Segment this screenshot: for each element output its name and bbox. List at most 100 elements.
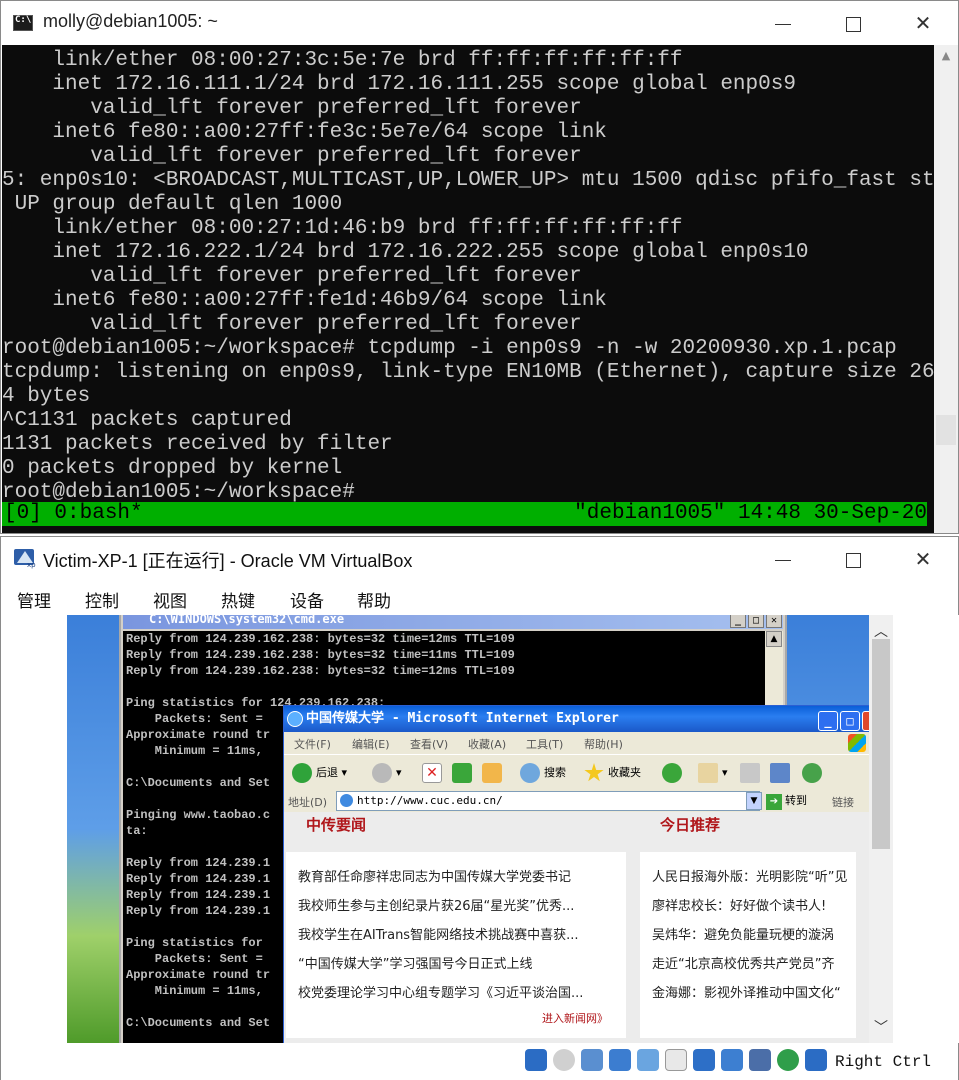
menu-hotkey[interactable]: 热键 xyxy=(221,587,255,612)
left-section-title[interactable]: 中传要闻 xyxy=(306,814,366,835)
virtualbox-window: xp Victim-XP-1 [正在运行] - Oracle VM Virtua… xyxy=(0,536,959,1080)
chevron-up-icon[interactable]: ︿ xyxy=(869,621,893,641)
more-news-link[interactable]: 进入新闻网》 xyxy=(542,1010,608,1026)
output-line: 0 packets dropped by kernel xyxy=(2,457,343,480)
minimize-button[interactable] xyxy=(748,537,818,581)
display-icon[interactable] xyxy=(693,1049,715,1071)
output-line: 5: enp0s10: <BROADCAST,MULTICAST,UP,LOWE… xyxy=(2,169,934,192)
news-item[interactable]: 校党委理论学习中心组专题学习《习近平谈治国... xyxy=(298,982,583,1001)
keyboard-capture-icon[interactable] xyxy=(805,1049,827,1071)
scroll-thumb[interactable] xyxy=(936,415,956,445)
ie-close-button[interactable]: ✕ xyxy=(862,711,869,731)
edit-icon xyxy=(770,763,790,783)
edit-button[interactable] xyxy=(770,762,794,784)
news-item[interactable]: 廖祥忠校长：好好做个读书人! xyxy=(652,895,826,914)
terminal-title: molly@debian1005: ~ xyxy=(43,11,218,31)
print-button[interactable] xyxy=(740,762,764,784)
minimize-icon xyxy=(775,560,791,561)
menu-help[interactable]: 帮助 xyxy=(357,587,391,612)
vm-scrollbar[interactable]: ︿ ﹀ xyxy=(869,615,893,1043)
home-button[interactable] xyxy=(482,762,506,784)
mail-button[interactable]: ▾ xyxy=(698,762,728,784)
messenger-button[interactable] xyxy=(802,762,826,784)
mouse-integration-icon[interactable] xyxy=(777,1049,799,1071)
ie-icon xyxy=(287,711,303,727)
menu-devices[interactable]: 设备 xyxy=(290,587,324,612)
menu-view[interactable]: 视图 xyxy=(153,587,187,612)
ie-menu-edit[interactable]: 编辑(E) xyxy=(352,736,390,752)
go-button[interactable]: 转到 xyxy=(766,792,807,810)
news-item[interactable]: 吴炜华：避免负能量玩梗的漩涡 xyxy=(652,924,834,943)
network-icon[interactable] xyxy=(609,1049,631,1071)
close-button[interactable]: ✕ xyxy=(888,1,958,45)
shared-folders-icon[interactable] xyxy=(665,1049,687,1071)
ie-minimize-button[interactable]: _ xyxy=(818,711,838,731)
news-item[interactable]: 走近“北京高校优秀共产党员”齐 xyxy=(652,953,834,972)
usb-icon[interactable] xyxy=(637,1049,659,1071)
ie-menu-help[interactable]: 帮助(H) xyxy=(584,736,623,752)
windows-flag-icon xyxy=(848,734,866,752)
news-item[interactable]: “中国传媒大学”学习强国号今日正式上线 xyxy=(298,953,532,972)
terminal-window: molly@debian1005: ~ ✕ link/ether 08:00:2… xyxy=(0,0,959,534)
output-line: tcpdump: listening on enp0s9, link-type … xyxy=(2,361,934,384)
output-line: 1131 packets received by filter xyxy=(2,433,393,456)
scroll-thumb[interactable] xyxy=(872,639,890,849)
cmd-titlebar[interactable]: C:\WINDOWS\system32\cmd.exe _ □ ✕ xyxy=(123,615,783,629)
back-button[interactable]: 后退 ▾ xyxy=(292,762,347,784)
ie-window[interactable]: 中国传媒大学 - Microsoft Internet Explorer _□✕… xyxy=(283,705,869,1043)
chevron-down-icon[interactable]: ﹀ xyxy=(869,1017,893,1037)
news-item[interactable]: 人民日报海外版：光明影院“听”见 xyxy=(652,866,847,885)
ie-menu-tools[interactable]: 工具(T) xyxy=(526,736,563,752)
refresh-button[interactable] xyxy=(452,762,476,784)
tmux-window-list[interactable]: [0] 0:bash* xyxy=(4,502,143,526)
virtualbox-statusbar: Right Ctrl xyxy=(1,1043,958,1080)
optical-drive-icon[interactable] xyxy=(553,1049,575,1071)
menu-control[interactable]: 控制 xyxy=(85,587,119,612)
stop-button[interactable]: ✕ xyxy=(422,762,446,784)
back-icon xyxy=(292,763,312,783)
cmd-close-button[interactable]: ✕ xyxy=(766,615,782,628)
maximize-button[interactable] xyxy=(818,537,888,581)
close-icon: ✕ xyxy=(914,547,932,571)
terminal-scrollbar[interactable]: ▲ xyxy=(934,45,958,533)
virtualization-icon[interactable] xyxy=(749,1049,771,1071)
minimize-button[interactable] xyxy=(748,1,818,45)
tmux-status-bar: [0] 0:bash* "debian1005" 14:48 30-Sep-20 xyxy=(2,502,927,526)
ie-titlebar[interactable]: 中国传媒大学 - Microsoft Internet Explorer _□✕ xyxy=(284,706,869,732)
vm-display[interactable]: C:\WINDOWS\system32\cmd.exe _ □ ✕ Reply fr… xyxy=(67,615,869,1043)
address-dropdown-icon[interactable]: ▼ xyxy=(746,792,762,810)
ie-menu-view[interactable]: 查看(V) xyxy=(410,736,448,752)
address-input[interactable]: http://www.cuc.edu.cn/ xyxy=(336,791,760,811)
output-line: inet6 fe80::a00:27ff:fe3c:5e7e/64 scope … xyxy=(2,121,607,144)
maximize-icon xyxy=(845,17,861,32)
ie-maximize-button[interactable]: □ xyxy=(840,711,860,731)
menu-manage[interactable]: 管理 xyxy=(17,587,51,612)
news-item[interactable]: 我校师生参与主创纪录片获26届“星光奖”优秀... xyxy=(298,895,574,914)
hard-disk-icon[interactable] xyxy=(525,1049,547,1071)
ie-toolbar: 后退 ▾ ▾ ✕ 搜索 收藏夹 ▾ xyxy=(284,754,869,790)
right-section-title[interactable]: 今日推荐 xyxy=(660,814,720,835)
news-item[interactable]: 教育部任命廖祥忠同志为中国传媒大学党委书记 xyxy=(298,866,571,885)
ie-menu-file[interactable]: 文件(F) xyxy=(294,736,331,752)
messenger-icon xyxy=(802,763,822,783)
favorites-button[interactable]: 收藏夹 xyxy=(584,762,641,784)
history-button[interactable] xyxy=(662,762,686,784)
ie-menu-favorites[interactable]: 收藏(A) xyxy=(468,736,506,752)
maximize-button[interactable] xyxy=(818,1,888,45)
links-button[interactable]: 链接 xyxy=(832,794,854,810)
cmd-minimize-button[interactable]: _ xyxy=(730,615,746,628)
search-button[interactable]: 搜索 xyxy=(520,762,566,784)
news-item[interactable]: 我校学生在AITrans智能网络技术挑战赛中喜获... xyxy=(298,924,578,943)
cmd-maximize-button[interactable]: □ xyxy=(748,615,764,628)
forward-button[interactable]: ▾ xyxy=(372,762,402,784)
audio-icon[interactable] xyxy=(581,1049,603,1071)
right-news-list: 人民日报海外版：光明影院“听”见 廖祥忠校长：好好做个读书人! 吴炜华：避免负能… xyxy=(640,852,856,1038)
scroll-up-icon[interactable]: ▲ xyxy=(934,49,958,69)
video-capture-icon[interactable] xyxy=(721,1049,743,1071)
scroll-up-icon[interactable]: ▲ xyxy=(766,631,782,647)
terminal-body[interactable]: link/ether 08:00:27:3c:5e:7e brd ff:ff:f… xyxy=(2,45,934,533)
news-item[interactable]: 金海娜：影视外译推动中国文化“ xyxy=(652,982,841,1001)
close-button[interactable]: ✕ xyxy=(888,537,958,581)
virtualbox-titlebar[interactable]: xp Victim-XP-1 [正在运行] - Oracle VM Virtua… xyxy=(1,537,958,581)
terminal-titlebar[interactable]: molly@debian1005: ~ ✕ xyxy=(1,1,958,45)
